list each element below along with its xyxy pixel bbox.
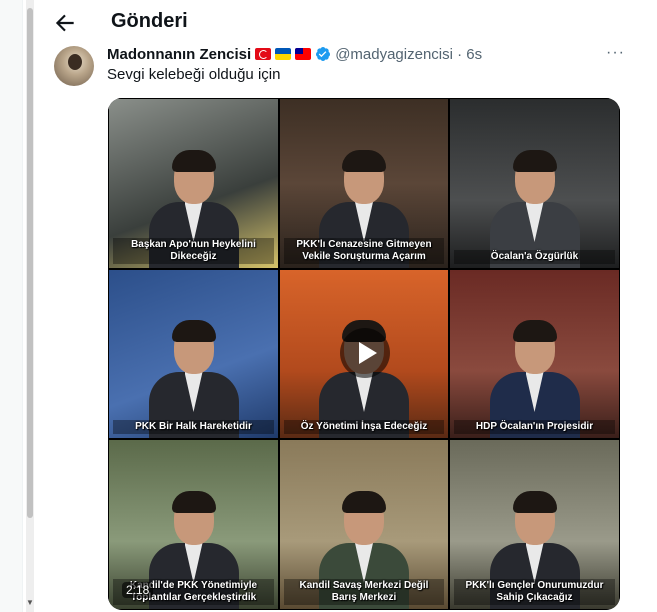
thumbnail-cell: Başkan Apo'nun Heykelini Dikeceğiz xyxy=(108,98,279,269)
more-options-button[interactable]: ··· xyxy=(606,44,625,62)
tweet-author-row: Madonnanın Zencisi @madyagizencisi · 6s xyxy=(107,44,482,64)
thumbnail-cell: Kandil Savaş Merkezi Değil Barış Merkezi xyxy=(279,439,449,610)
thumbnail-caption: PKK'lı Gençler Onurumuzdur Sahip Çıkacağ… xyxy=(454,579,615,605)
turkey-flag-icon xyxy=(255,48,272,60)
thumbnail-cell: HDP Öcalan'ın Projesidir xyxy=(449,269,620,439)
taiwan-flag-icon xyxy=(295,48,312,60)
tweet-text: Sevgi kelebeği olduğu için xyxy=(107,66,281,83)
author-name[interactable]: Madonnanın Zencisi xyxy=(107,46,251,63)
back-button[interactable] xyxy=(52,10,78,36)
avatar[interactable] xyxy=(54,46,94,86)
arrow-left-icon xyxy=(55,14,74,32)
scroll-down-arrow-icon[interactable]: ▼ xyxy=(25,598,35,607)
thumbnail-caption: Kandil Savaş Merkezi Değil Barış Merkezi xyxy=(284,579,444,605)
thumbnail-caption: Başkan Apo'nun Heykelini Dikeceğiz xyxy=(113,238,274,264)
ukraine-flag-icon xyxy=(275,48,292,60)
thumbnail-cell: Öcalan'a Özgürlük xyxy=(449,98,620,269)
page-header: Gönderi xyxy=(42,0,632,46)
video-duration: 2:18 xyxy=(122,582,154,598)
thumbnail-cell: PKK Bir Halk Hareketidir xyxy=(108,269,279,439)
verified-badge-icon xyxy=(316,47,331,61)
thumbnail-caption: PKK'lı Cenazesine Gitmeyen Vekile Soruşt… xyxy=(284,238,444,264)
thumbnail-cell: PKK'lı Cenazesine Gitmeyen Vekile Soruşt… xyxy=(279,98,449,269)
thumbnail-caption: Öz Yönetimi İnşa Edeceğiz xyxy=(284,420,444,434)
thumbnail-caption: Öcalan'a Özgürlük xyxy=(454,250,615,264)
video-player[interactable]: Başkan Apo'nun Heykelini Dikeceğiz PKK'l… xyxy=(108,98,620,610)
thumbnail-caption: PKK Bir Halk Hareketidir xyxy=(113,420,274,434)
thumbnail-caption: HDP Öcalan'ın Projesidir xyxy=(454,420,615,434)
page-title: Gönderi xyxy=(111,10,188,32)
left-rail xyxy=(0,0,23,612)
thumbnail-cell: PKK'lı Gençler Onurumuzdur Sahip Çıkacağ… xyxy=(449,439,620,610)
play-button[interactable] xyxy=(340,328,390,378)
author-handle-time[interactable]: @madyagizencisi · 6s xyxy=(335,46,482,63)
scrollbar-thumb[interactable] xyxy=(27,8,33,518)
